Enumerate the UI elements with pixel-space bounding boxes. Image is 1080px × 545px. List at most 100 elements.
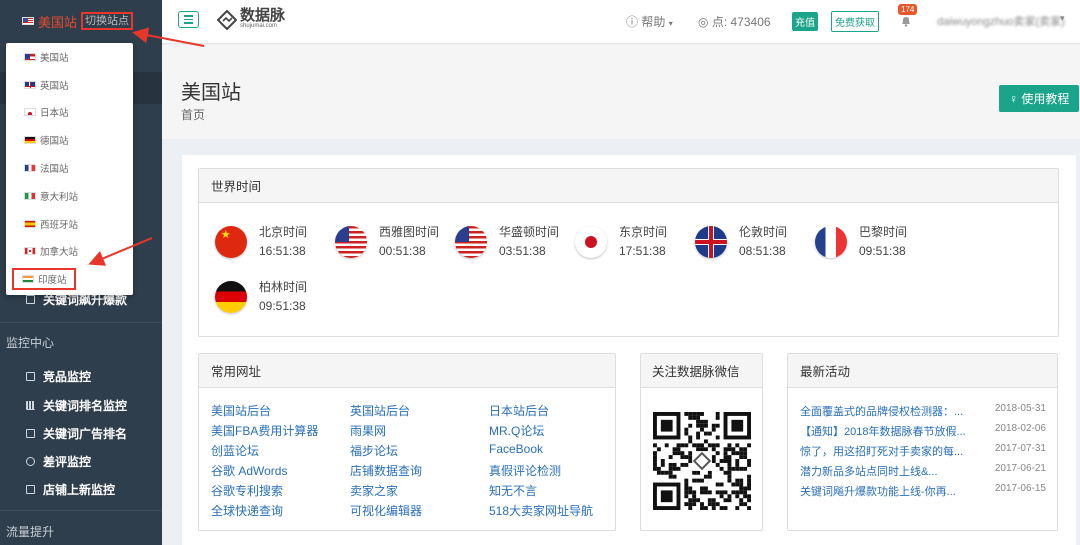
common-link[interactable]: 可视化编辑器 — [350, 502, 422, 519]
us-flag-icon — [22, 17, 34, 25]
us-flag-icon — [455, 226, 487, 258]
common-link[interactable]: 日本站后台 — [489, 402, 549, 419]
current-site-label: 美国站 — [38, 14, 78, 30]
site-option-label: 德国站 — [40, 136, 69, 148]
common-link[interactable]: 知无不言 — [489, 482, 537, 499]
sidebar-item-negative-review[interactable]: 差评监控 — [26, 453, 91, 470]
in-flag-icon — [22, 275, 34, 284]
news-item[interactable]: 惊了，用这招盯死对手卖家的每... 2017-07-31 — [800, 443, 1046, 459]
common-link[interactable]: 雨果网 — [350, 422, 386, 439]
sidebar-item-label: 关键词广告排名 — [43, 427, 128, 441]
help-label: 帮助 — [641, 15, 666, 29]
logo[interactable]: 数据脉 shujumai.com — [217, 8, 285, 30]
common-link[interactable]: 店铺数据查询 — [350, 462, 422, 479]
clock-city: 西雅图时间 — [379, 225, 440, 239]
common-link[interactable]: 创蓝论坛 — [211, 442, 259, 459]
news-title[interactable]: 全面覆盖式的品牌侵权检测器：... — [800, 403, 985, 419]
free-get-button[interactable]: 免费获取 — [831, 11, 879, 32]
es-flag-icon — [24, 219, 36, 228]
menu-toggle-button[interactable] — [178, 11, 199, 28]
charge-button[interactable]: 充值 — [792, 12, 818, 31]
news-date: 2017-07-31 — [994, 443, 1046, 454]
world-time-panel: 世界时间 ★ 北京时间 16:51:38 西雅图时间 00:51:38 华盛顿时间 0… — [198, 168, 1059, 337]
clock-text: 柏林时间 09:51:38 — [259, 278, 307, 316]
top-navbar: 数据脉 shujumai.com ⓘ 帮助 ▾ ◎ 点: 473406 充值 免… — [162, 0, 1080, 44]
news-title[interactable]: 惊了，用这招盯死对手卖家的每... — [800, 443, 985, 459]
jp-flag-icon — [575, 226, 607, 258]
sidebar-item-keyword-rank[interactable]: 关键词排名监控 — [26, 397, 127, 414]
news-date: 2018-02-06 — [994, 423, 1046, 434]
sidebar-item-label: 竞品监控 — [43, 370, 92, 384]
breadcrumb[interactable]: 首页 — [181, 106, 205, 123]
common-link[interactable]: 全球快递查询 — [211, 502, 283, 519]
page-title: 美国站 — [181, 82, 241, 104]
clock-5: 巴黎时间 09:51:38 — [815, 223, 907, 261]
site-option-de[interactable]: 德国站 — [6, 126, 133, 154]
tutorial-button[interactable]: ♀ 使用教程 — [999, 85, 1080, 112]
news-item[interactable]: 【通知】2018年数据脉春节放假... 2018-02-06 — [800, 423, 1046, 439]
news-title[interactable]: 【通知】2018年数据脉春节放假... — [800, 423, 985, 439]
common-link[interactable]: MR.Q论坛 — [489, 422, 544, 439]
us-flag-icon — [335, 226, 367, 258]
site-option-gb[interactable]: 英国站 — [6, 71, 133, 99]
news-panel: 最新活动 全面覆盖式的品牌侵权检测器：... 2018-05-31 【通知】2018… — [787, 353, 1058, 531]
clock-city: 东京时间 — [619, 225, 668, 239]
bell-icon[interactable] — [900, 15, 912, 27]
clock-0: ★ 北京时间 16:51:38 — [215, 223, 307, 261]
common-link[interactable]: 美国站后台 — [211, 402, 271, 419]
clock-time: 17:51:38 — [619, 244, 666, 258]
clock-time: 03:51:38 — [499, 244, 546, 258]
news-item[interactable]: 全面覆盖式的品牌侵权检测器：... 2018-05-31 — [800, 403, 1046, 419]
de-flag-icon — [215, 281, 247, 313]
clock-2: 华盛顿时间 03:51:38 — [455, 223, 559, 261]
clock-time: 09:51:38 — [859, 244, 906, 258]
points-display: ◎ 点: 473406 — [698, 13, 771, 30]
logo-subtext: shujumai.com — [240, 23, 278, 29]
chevron-down-icon[interactable]: ▾ — [1060, 13, 1065, 24]
clock-6: 柏林时间 09:51:38 — [215, 278, 307, 316]
common-link[interactable]: 英国站后台 — [350, 402, 410, 419]
sidebar-item-competitor-monitor[interactable]: 竞品监控 — [26, 368, 91, 385]
news-item[interactable]: 关键词飚升爆款功能上线-你再... 2017-06-15 — [800, 483, 1046, 499]
cn-flag-icon: ★ — [215, 226, 247, 258]
sidebar-section-traffic: 流量提升 — [6, 525, 55, 539]
clock-text: 北京时间 16:51:38 — [259, 223, 307, 261]
common-link[interactable]: 谷歌 AdWords — [211, 462, 287, 479]
clock-3: 东京时间 17:51:38 — [575, 223, 667, 261]
news-date: 2018-05-31 — [994, 403, 1046, 414]
panel-title: 世界时间 — [199, 169, 1058, 203]
common-link[interactable]: FaceBook — [489, 442, 543, 456]
user-name[interactable]: daiwuyongzhuo卖家(卖家) — [937, 13, 1065, 29]
common-link[interactable]: 卖家之家 — [350, 482, 398, 499]
panel-title: 关注数据脉微信 — [641, 354, 762, 388]
sidebar-item-label: 关键词排名监控 — [43, 399, 128, 413]
switch-site-button[interactable]: 切换站点 — [81, 12, 134, 30]
sidebar-item-label: 差评监控 — [43, 455, 92, 469]
points-label: 点: 473406 — [711, 15, 771, 29]
clock-text: 巴黎时间 09:51:38 — [859, 223, 907, 261]
common-link[interactable]: 518大卖家网址导航 — [489, 502, 593, 519]
chevron-down-icon: ▾ — [668, 19, 673, 28]
news-title[interactable]: 潜力新品多站点同时上线&... — [800, 463, 985, 479]
news-item[interactable]: 潜力新品多站点同时上线&... 2017-06-21 — [800, 463, 1046, 479]
site-option-label: 美国站 — [40, 52, 69, 64]
site-option-in[interactable]: 印度站 — [12, 268, 76, 291]
site-option-ca[interactable]: 加拿大站 — [6, 238, 133, 266]
clock-time: 16:51:38 — [259, 244, 306, 258]
news-title[interactable]: 关键词飚升爆款功能上线-你再... — [800, 483, 985, 499]
site-option-jp[interactable]: 日本站 — [6, 99, 133, 127]
site-switcher[interactable]: 美国站 切换站点 — [0, 0, 162, 42]
wechat-panel: 关注数据脉微信 — [640, 353, 763, 531]
sidebar-item-store-new-monitor[interactable]: 店铺上新监控 — [26, 481, 115, 498]
help-menu[interactable]: ⓘ 帮助 ▾ — [626, 13, 673, 30]
common-link[interactable]: 福步论坛 — [350, 442, 398, 459]
sidebar-item-keyword-ad-rank[interactable]: 关键词广告排名 — [26, 425, 127, 442]
common-link[interactable]: 美国FBA费用计算器 — [211, 422, 318, 439]
site-option-it[interactable]: 意大利站 — [6, 182, 133, 210]
site-option-fr[interactable]: 法国站 — [6, 154, 133, 182]
common-link[interactable]: 谷歌专利搜索 — [211, 482, 283, 499]
site-option-es[interactable]: 西班牙站 — [6, 210, 133, 238]
site-option-us[interactable]: 美国站 — [6, 43, 133, 71]
site-dropdown-menu: 美国站英国站 日本站德国站法国站 意大利站 西班牙站 加拿大站 印度站 — [6, 43, 133, 295]
common-link[interactable]: 真假评论检测 — [489, 462, 561, 479]
